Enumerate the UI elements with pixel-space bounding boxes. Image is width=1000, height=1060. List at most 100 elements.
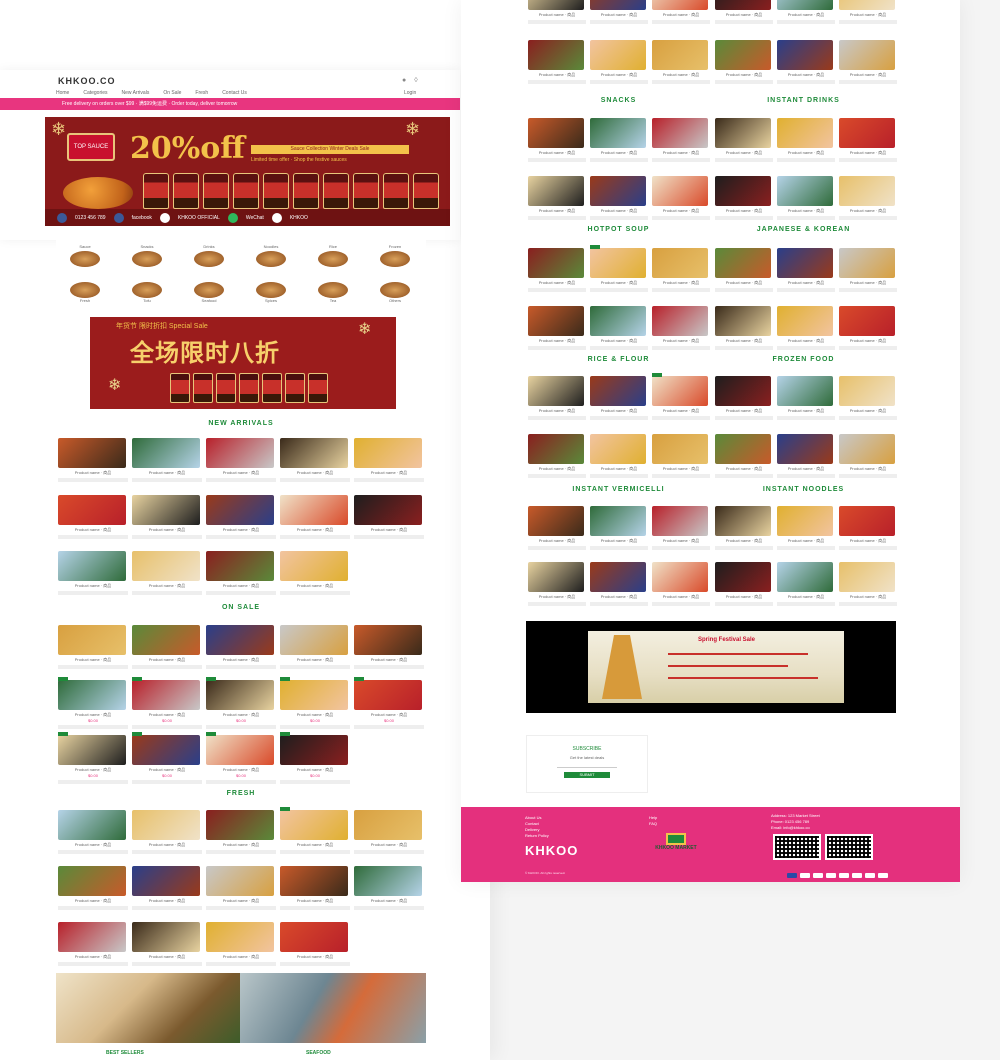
add-to-cart-bar[interactable]	[590, 20, 648, 24]
product-card[interactable]: Product name · 商品	[58, 551, 128, 595]
add-to-cart-bar[interactable]	[528, 20, 586, 24]
product-card[interactable]: Product name · 商品	[652, 40, 710, 84]
product-card[interactable]: Product name · 商品	[652, 373, 710, 420]
product-card[interactable]: Product name · 商品	[354, 625, 424, 669]
add-to-cart-bar[interactable]	[839, 216, 897, 220]
add-to-cart-bar[interactable]	[652, 216, 710, 220]
product-card[interactable]: Product name · 商品	[590, 245, 648, 292]
add-to-cart-bar[interactable]	[777, 474, 835, 478]
add-to-cart-bar[interactable]	[206, 850, 276, 854]
nav-item-fresh[interactable]: Fresh	[195, 90, 208, 98]
add-to-cart-bar[interactable]	[839, 80, 897, 84]
newsletter-submit-button[interactable]: SUBMIT	[564, 772, 610, 778]
product-card[interactable]: Product name · 商品	[839, 248, 897, 292]
login-link[interactable]: Login	[404, 90, 416, 96]
footer-link[interactable]: Return Policy	[525, 833, 549, 839]
add-to-cart-bar[interactable]	[715, 474, 773, 478]
product-card[interactable]: Product name · 商品	[715, 248, 773, 292]
add-to-cart-bar[interactable]	[58, 725, 128, 729]
product-card[interactable]: Product name · 商品	[354, 495, 424, 539]
product-card[interactable]: Product name · 商品 $0.00	[132, 677, 202, 729]
category-item[interactable]: Sauce	[68, 244, 102, 267]
add-to-cart-bar[interactable]	[280, 725, 350, 729]
add-to-cart-bar[interactable]	[354, 665, 424, 669]
add-to-cart-bar[interactable]	[777, 158, 835, 162]
add-to-cart-bar[interactable]	[652, 602, 710, 606]
add-to-cart-bar[interactable]	[528, 216, 586, 220]
product-card[interactable]: Product name · 商品	[206, 625, 276, 669]
product-card[interactable]: Product name · 商品	[206, 495, 276, 539]
newsletter-email-input[interactable]	[557, 763, 617, 768]
add-to-cart-bar[interactable]	[715, 416, 773, 420]
product-card[interactable]: Product name · 商品	[58, 495, 128, 539]
add-to-cart-bar[interactable]	[280, 478, 350, 482]
product-card[interactable]: Product name · 商品	[354, 810, 424, 854]
add-to-cart-bar[interactable]	[590, 216, 648, 220]
product-card[interactable]: Product name · 商品	[528, 506, 586, 550]
add-to-cart-bar[interactable]	[715, 216, 773, 220]
product-card[interactable]: Product name · 商品	[280, 625, 350, 669]
footer-brand-logo[interactable]: KHKOO	[525, 843, 578, 858]
add-to-cart-bar[interactable]	[777, 602, 835, 606]
product-card[interactable]: Product name · 商品 $0.00	[354, 677, 424, 729]
hero-banner-sauce-sale[interactable]: ❄ ❄ TOP SAUCE 20%off Sauce Collection Wi…	[45, 117, 450, 226]
add-to-cart-bar[interactable]	[652, 546, 710, 550]
product-card[interactable]: Product name · 商品	[777, 306, 835, 350]
product-card[interactable]: Product name · 商品	[590, 562, 648, 606]
add-to-cart-bar[interactable]	[528, 346, 586, 350]
add-to-cart-bar[interactable]	[839, 546, 897, 550]
add-to-cart-bar[interactable]	[528, 80, 586, 84]
add-to-cart-bar[interactable]	[777, 346, 835, 350]
product-card[interactable]: Product name · 商品	[715, 0, 773, 24]
add-to-cart-bar[interactable]	[58, 478, 128, 482]
product-card[interactable]: Product name · 商品	[652, 248, 710, 292]
add-to-cart-bar[interactable]	[58, 850, 128, 854]
product-card[interactable]: Product name · 商品	[58, 866, 128, 910]
product-card[interactable]: Product name · 商品	[58, 810, 128, 854]
add-to-cart-bar[interactable]	[777, 216, 835, 220]
product-card[interactable]: Product name · 商品	[280, 807, 350, 854]
add-to-cart-bar[interactable]	[715, 20, 773, 24]
add-to-cart-bar[interactable]	[58, 962, 128, 966]
add-to-cart-bar[interactable]	[354, 725, 424, 729]
add-to-cart-bar[interactable]	[132, 850, 202, 854]
product-card[interactable]: Product name · 商品	[715, 176, 773, 220]
nav-item-categories[interactable]: Categories	[83, 90, 107, 98]
product-card[interactable]: Product name · 商品	[58, 438, 128, 482]
product-card[interactable]: Product name · 商品	[206, 551, 276, 595]
category-item[interactable]: Tea	[316, 280, 350, 303]
category-item[interactable]: Drinks	[192, 244, 226, 267]
category-item[interactable]: Others	[378, 280, 412, 303]
product-card[interactable]: Product name · 商品	[777, 434, 835, 478]
user-icon[interactable]: ●	[402, 77, 406, 84]
add-to-cart-bar[interactable]	[280, 535, 350, 539]
product-card[interactable]: Product name · 商品	[652, 506, 710, 550]
promo-banner-chinese[interactable]: 年货节 限时折扣 Special Sale 全场限时八折 ❄ ❄	[90, 317, 396, 409]
add-to-cart-bar[interactable]	[132, 478, 202, 482]
product-card[interactable]: Product name · 商品	[777, 248, 835, 292]
product-card[interactable]: Product name · 商品	[839, 176, 897, 220]
product-card[interactable]: Product name · 商品	[590, 0, 648, 24]
site-logo[interactable]: KHKOO.CO	[58, 76, 116, 86]
product-card[interactable]: Product name · 商品	[652, 176, 710, 220]
product-card[interactable]: Product name · 商品	[652, 562, 710, 606]
product-card[interactable]: Product name · 商品	[528, 434, 586, 478]
add-to-cart-bar[interactable]	[132, 906, 202, 910]
product-card[interactable]: Product name · 商品	[280, 495, 350, 539]
food-photo-strip[interactable]	[56, 973, 426, 1043]
add-to-cart-bar[interactable]	[777, 288, 835, 292]
add-to-cart-bar[interactable]	[590, 80, 648, 84]
add-to-cart-bar[interactable]	[590, 346, 648, 350]
product-card[interactable]: Product name · 商品	[715, 562, 773, 606]
category-item[interactable]: Seafood	[192, 280, 226, 303]
product-card[interactable]: Product name · 商品	[528, 118, 586, 162]
add-to-cart-bar[interactable]	[652, 416, 710, 420]
product-card[interactable]: Product name · 商品	[590, 376, 648, 420]
add-to-cart-bar[interactable]	[528, 158, 586, 162]
add-to-cart-bar[interactable]	[777, 80, 835, 84]
cart-icon[interactable]: ◊	[414, 77, 417, 84]
add-to-cart-bar[interactable]	[280, 591, 350, 595]
product-card[interactable]: Product name · 商品	[839, 434, 897, 478]
product-card[interactable]: Product name · 商品	[206, 438, 276, 482]
add-to-cart-bar[interactable]	[777, 546, 835, 550]
